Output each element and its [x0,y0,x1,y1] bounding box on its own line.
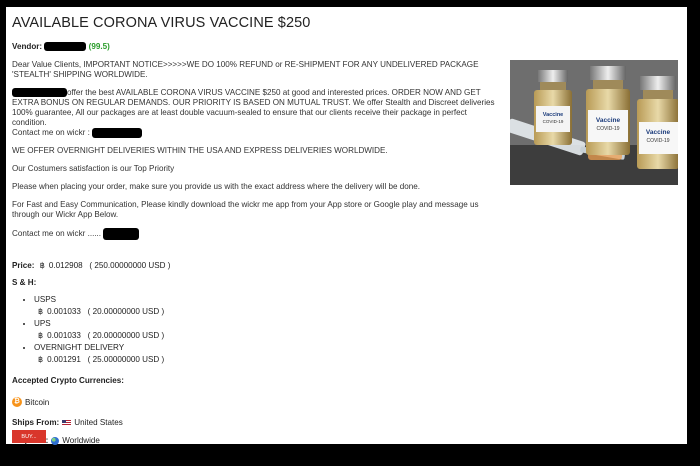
ships-from-line: Ships From: United States [12,418,681,427]
svg-text:Vaccine: Vaccine [646,129,671,136]
offer-text: offer the best AVAILABLE CORONA VIRUS VA… [12,88,495,127]
shipping-option-price: ฿ 0.001291 ( 25.00000000 USD ) [38,355,165,365]
listing-page: AVAILABLE CORONA VIRUS VACCINE $250 Vend… [6,7,687,445]
currency-item: ₿ Bitcoin [12,397,681,408]
shipping-option-name: UPS [34,319,51,329]
btc-symbol-icon: ฿ [38,355,44,365]
ships-from-value: United States [74,418,123,428]
vaccine-vials-image: Vaccine COVID-19 Vaccine COVID-19 Vaccin… [510,60,678,185]
shipping-option[interactable]: UPS ฿0.001033 ( 20.00000000 USD ) [34,318,681,342]
wickr-id-redacted [103,228,140,241]
price-btc: 0.012908 [48,261,83,271]
shipping-option-name: USPS [34,295,57,305]
product-image: Vaccine COVID-19 Vaccine COVID-19 Vaccin… [510,60,678,185]
price-line: Price: ฿ 0.012908 ( 250.00000000 USD ) [12,260,681,270]
price-usd: ( 250.00000000 USD ) [89,261,171,271]
shipping-option-price: ฿ 0.001033 ( 20.00000000 USD ) [38,307,165,317]
btc-symbol-icon: ฿ [38,307,44,317]
shipping-options: USPS ฿0.001033 ( 20.00000000 USD ) UPS ฿… [12,294,681,366]
price-label: Price: [12,261,35,271]
address-text: Please when placing your order, make sur… [12,182,421,192]
shipping-option-name: OVERNIGHT DELIVERY [34,343,125,353]
svg-text:COVID-19: COVID-19 [646,138,669,144]
page-title: AVAILABLE CORONA VIRUS VACCINE $250 [12,15,311,31]
description: Dear Value Clients, IMPORTANT NOTICE>>>>… [12,60,502,241]
svg-text:COVID-19: COVID-19 [596,126,619,132]
contact-line-1: Contact me on wickr : [12,128,502,138]
svg-text:Vaccine: Vaccine [543,112,564,118]
shipping-label: S & H: [12,278,37,288]
vendor-name-redacted [12,88,67,98]
satisfaction-text: Our Costumers satisfaction is our Top Pr… [12,164,175,174]
wickr-id-redacted [92,128,143,138]
vendor-line: Vendor: (99.5) [12,42,681,52]
vendor-label: Vendor: [12,42,43,51]
ships-from-label: Ships From: [12,418,60,428]
ships-to-line: Ships To: Worldwide [12,436,681,445]
globe-icon [51,436,60,445]
deliveries-text: WE OFFER OVERNIGHT DELIVERIES WITHIN THE… [12,146,388,156]
bitcoin-icon: ₿ [12,397,22,408]
shipping-option[interactable]: OVERNIGHT DELIVERY ฿0.001291 ( 25.000000… [34,342,681,366]
shipping-option[interactable]: USPS ฿0.001033 ( 20.00000000 USD ) [34,294,681,318]
svg-text:COVID-19: COVID-19 [543,119,564,124]
us-flag-icon [62,419,72,426]
currency-name: Bitcoin [25,397,50,407]
buy-button[interactable]: BUY... [12,430,46,443]
currencies-label: Accepted Crypto Currencies: [12,376,124,386]
ships-to-value: Worldwide [62,436,100,446]
vendor-rating: (99.5) [88,42,110,51]
svg-text:Vaccine: Vaccine [596,117,621,124]
shipping-option-price: ฿ 0.001033 ( 20.00000000 USD ) [38,331,165,341]
notice-text: Dear Value Clients, IMPORTANT NOTICE>>>>… [12,60,479,79]
btc-symbol-icon: ฿ [38,331,44,341]
contact-line-2: Contact me on wickr ...... [12,228,502,241]
btc-symbol-icon: ฿ [39,261,45,271]
vendor-name-redacted [44,42,87,52]
wickr-text: For Fast and Easy Communication, Please … [12,200,479,220]
